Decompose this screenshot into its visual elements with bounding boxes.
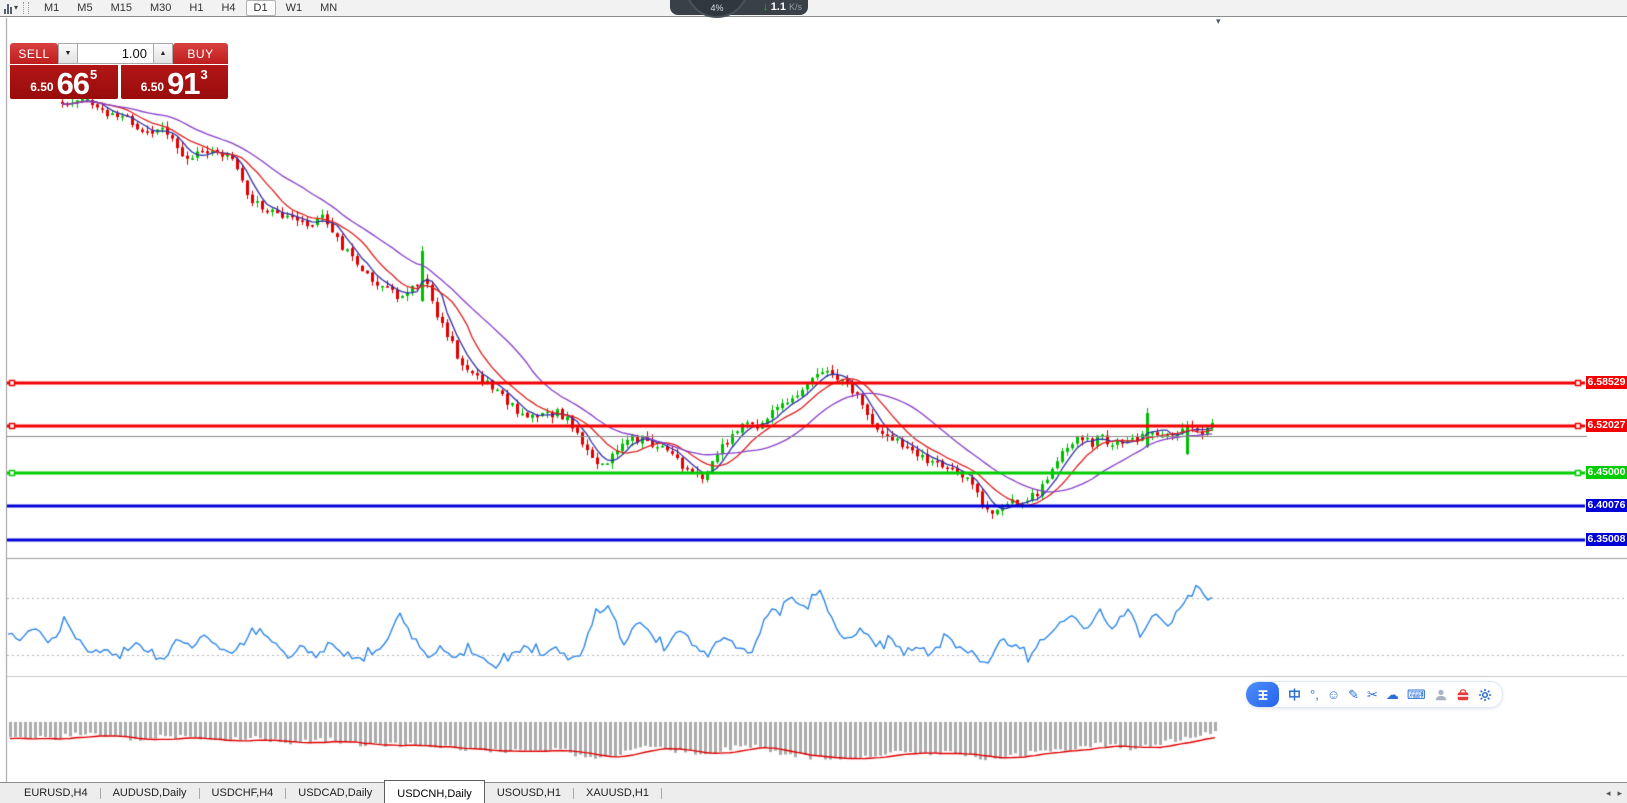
handwriting-pen-icon[interactable]: ✎: [1348, 688, 1359, 701]
timeframe-button-w1[interactable]: W1: [278, 0, 311, 16]
chart-type-icon[interactable]: [4, 3, 12, 14]
user-profile-icon[interactable]: [1434, 688, 1448, 702]
tab-usdcnh-daily[interactable]: USDCNH,Daily: [384, 780, 485, 803]
tab-scroll-left-icon[interactable]: ◂: [1606, 788, 1611, 799]
chevron-down-icon[interactable]: ▾: [14, 4, 18, 12]
buy-price-prefix: 6.50: [141, 80, 164, 94]
tab-usdcad-daily[interactable]: USDCAD,Daily: [286, 783, 384, 803]
buy-price-big: 91: [167, 69, 199, 98]
price-line-label[interactable]: 6.52027: [1586, 419, 1627, 432]
tab-xauusd-h1[interactable]: XAUUSD,H1: [574, 783, 661, 803]
price-line-label[interactable]: 6.45000: [1586, 466, 1627, 479]
buy-button[interactable]: BUY: [173, 43, 228, 64]
ime-logo-icon[interactable]: [1246, 682, 1279, 707]
chart-tabs: EURUSD,H4AUDUSD,DailyUSDCHF,H4USDCAD,Dai…: [0, 783, 662, 803]
tab-scroll-right-icon[interactable]: ▸: [1617, 788, 1622, 799]
timeframe-button-m30[interactable]: M30: [142, 0, 179, 16]
gift-icon[interactable]: [1456, 688, 1470, 702]
timeframe-button-m1[interactable]: M1: [36, 0, 67, 16]
screenshot-scissors-icon[interactable]: ✂: [1367, 688, 1378, 701]
tab-eurusd-h4[interactable]: EURUSD,H4: [12, 783, 100, 803]
chart-dropdown-caret-icon[interactable]: ▾: [1216, 17, 1221, 26]
buy-price-box[interactable]: 6.50 91 3: [121, 65, 229, 99]
timeframe-toolbar: ▾ M1M5M15M30H1H4D1W1MN: [0, 0, 1627, 17]
cloud-sync-icon[interactable]: ☁: [1386, 688, 1399, 701]
punctuation-mode-icon[interactable]: °,: [1310, 688, 1319, 701]
speed-readout: ↓ 1.1 K/s: [763, 0, 802, 15]
sell-price-big: 66: [57, 69, 89, 98]
volume-decrease-button[interactable]: ▼: [58, 43, 78, 64]
timeframe-button-h1[interactable]: H1: [181, 0, 211, 16]
speed-percent: 4%: [710, 3, 723, 13]
timeframe-button-m15[interactable]: M15: [103, 0, 140, 16]
ime-toolbar: °, ☺ ✎ ✂ ☁ ⌨: [1246, 681, 1503, 708]
virtual-keyboard-icon[interactable]: ⌨: [1407, 688, 1426, 701]
volume-input[interactable]: [78, 43, 153, 64]
tab-scroll-controls: ◂ ▸: [1606, 783, 1622, 803]
sell-price-box[interactable]: 6.50 66 5: [10, 65, 118, 99]
speed-unit: K/s: [789, 3, 802, 12]
emoji-icon[interactable]: ☺: [1327, 688, 1340, 701]
lang-chinese-icon[interactable]: [1287, 687, 1302, 702]
buy-price-sup: 3: [201, 67, 208, 82]
sell-price-sup: 5: [90, 67, 97, 82]
timeframe-buttons: M1M5M15M30H1H4D1W1MN: [36, 0, 345, 16]
price-line-label[interactable]: 6.58529: [1586, 376, 1627, 389]
timeframe-button-h4[interactable]: H4: [213, 0, 243, 16]
mt4-window: ▾ M1M5M15M30H1H4D1W1MN 4% ↓ 1.1 K/s SELL…: [0, 0, 1627, 803]
speed-value: 1.1: [771, 2, 786, 13]
price-line-label[interactable]: 6.40076: [1586, 499, 1627, 512]
timeframe-button-m5[interactable]: M5: [69, 0, 100, 16]
price-line-label[interactable]: 6.35008: [1586, 533, 1627, 546]
sell-button[interactable]: SELL: [10, 43, 58, 64]
toolbar-grip[interactable]: [23, 2, 29, 14]
timeframe-button-mn[interactable]: MN: [312, 0, 345, 16]
tab-usdchf-h4[interactable]: USDCHF,H4: [200, 783, 286, 803]
sell-price-prefix: 6.50: [30, 80, 53, 94]
tab-separator: [661, 788, 662, 799]
timeframe-button-d1[interactable]: D1: [246, 0, 276, 16]
tab-audusd-daily[interactable]: AUDUSD,Daily: [101, 783, 199, 803]
chart-tab-bar: EURUSD,H4AUDUSD,DailyUSDCHF,H4USDCAD,Dai…: [0, 782, 1627, 803]
settings-gear-icon[interactable]: [1478, 688, 1492, 702]
download-arrow-icon: ↓: [763, 3, 768, 13]
tab-usousd-h1[interactable]: USOUSD,H1: [485, 783, 573, 803]
one-click-trading-panel: SELL ▼ ▲ BUY 6.50 66 5 6.50 91 3: [10, 43, 228, 99]
volume-increase-button[interactable]: ▲: [153, 43, 173, 64]
network-speed-overlay[interactable]: 4% ↓ 1.1 K/s: [670, 0, 810, 22]
